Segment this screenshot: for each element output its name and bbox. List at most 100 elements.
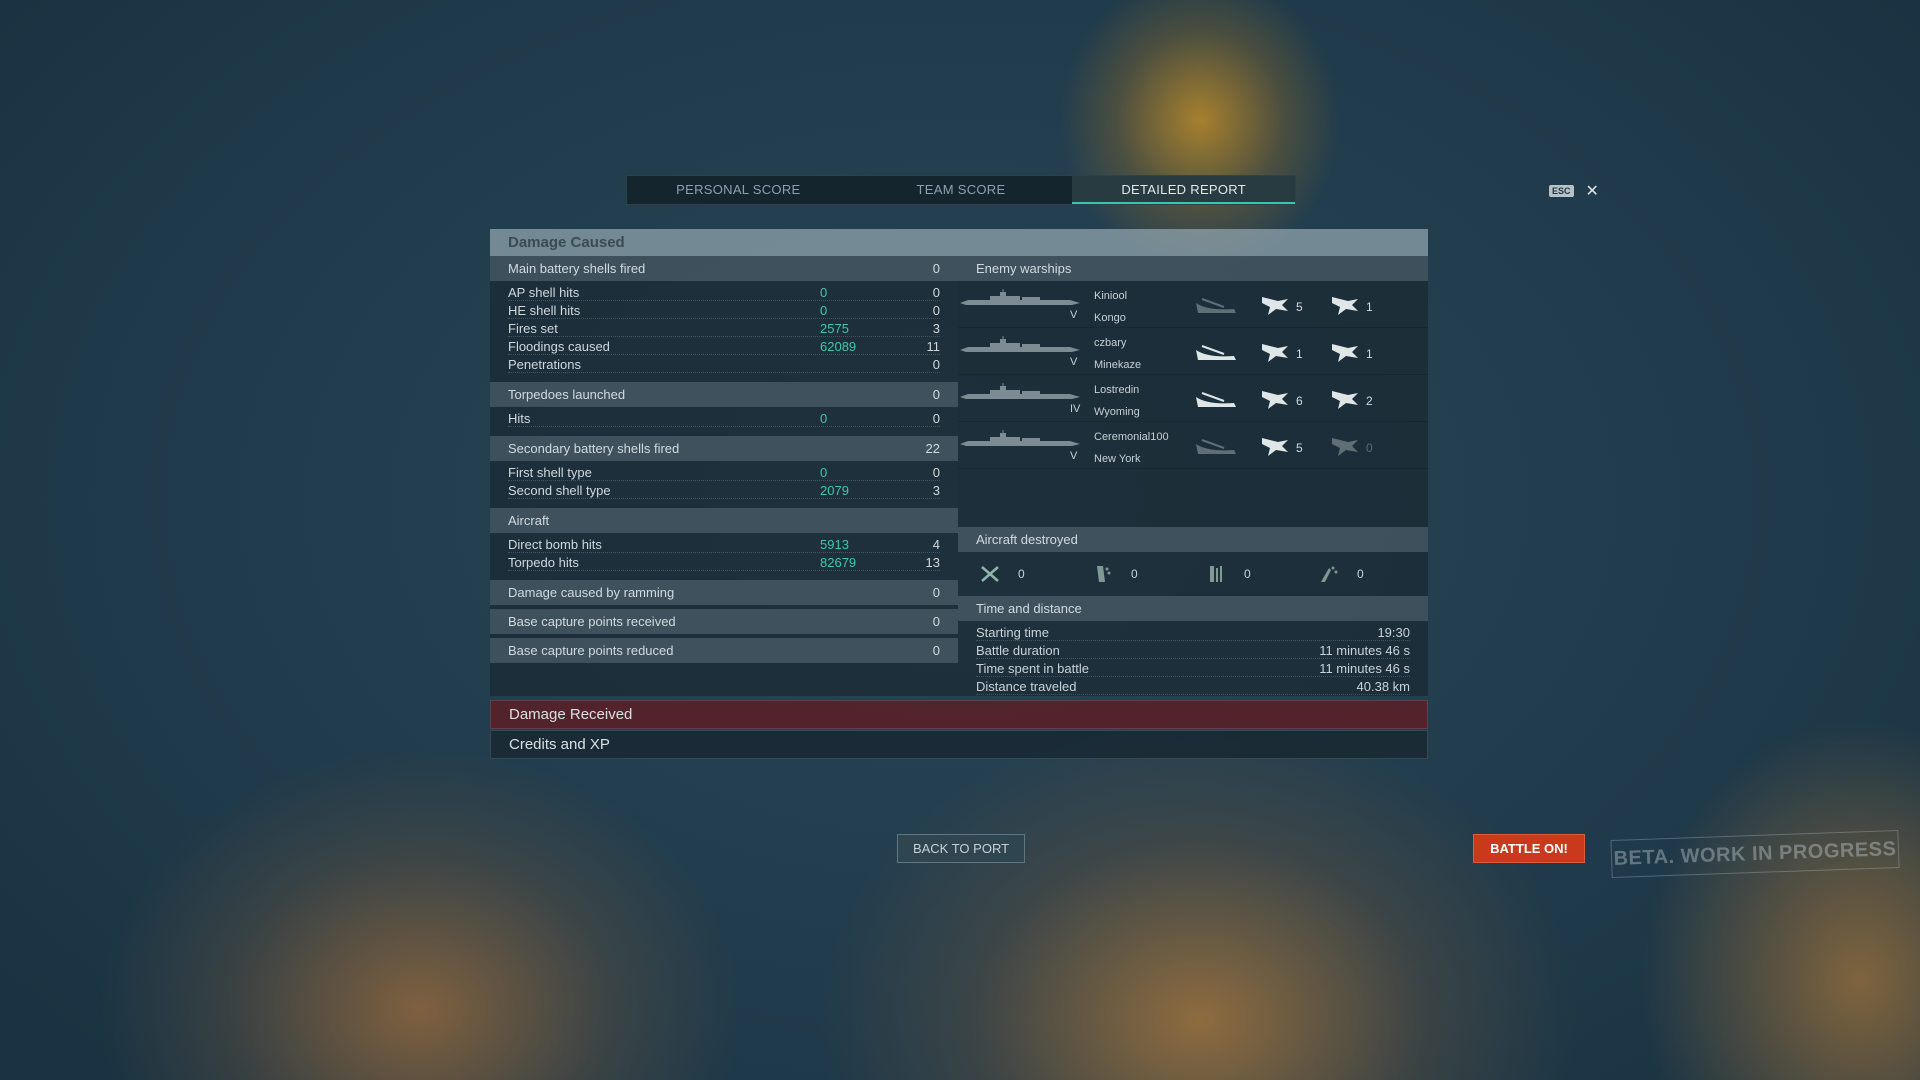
damage-caused-body: Main battery shells fired 0 AP shell hit… bbox=[490, 256, 1428, 696]
stat-row: Torpedo hits 82679 13 bbox=[490, 554, 958, 572]
torpedo-plane-icon bbox=[1330, 340, 1360, 367]
stat-label: Penetrations bbox=[508, 357, 581, 372]
plane-hits-icon bbox=[1260, 387, 1290, 414]
enemy-ship-row: V czbary Minekaze 1 1 bbox=[958, 328, 1428, 375]
battle-on-button[interactable]: BATTLE ON! bbox=[1473, 834, 1585, 863]
enemy-warships-header: Enemy warships bbox=[958, 256, 1428, 281]
stat-damage: 0 bbox=[820, 303, 828, 318]
stat-row: HE shell hits 0 0 bbox=[490, 302, 958, 320]
torpedo-plane-stat: 0 bbox=[1330, 434, 1373, 461]
torpedo-bomber-icon bbox=[1210, 566, 1222, 582]
stat-count: 11 bbox=[926, 339, 941, 354]
stat-damage: 5913 bbox=[820, 537, 849, 552]
torpedo-plane-icon bbox=[1330, 387, 1360, 414]
time-row: Distance traveled 40.38 km bbox=[958, 678, 1428, 696]
torpedo-plane-icon bbox=[1330, 434, 1360, 461]
ship-names: Ceremonial100 New York bbox=[1094, 426, 1169, 470]
enemy-ship-row: IV Lostredin Wyoming 6 2 bbox=[958, 375, 1428, 422]
ship-name: New York bbox=[1094, 453, 1141, 465]
player-name: Ceremonial100 bbox=[1094, 431, 1169, 443]
stat-damage bbox=[820, 356, 900, 374]
stat-count: 0 bbox=[932, 357, 940, 372]
stat-label: Floodings caused bbox=[508, 339, 610, 354]
torpedo-plane-stat: 1 bbox=[1330, 293, 1373, 320]
tab-team-score[interactable]: TEAM SCORE bbox=[850, 176, 1073, 204]
ship-names: Kiniool Kongo bbox=[1094, 285, 1127, 329]
stat-count: 4 bbox=[932, 537, 940, 552]
tab-personal-score[interactable]: PERSONAL SCORE bbox=[627, 176, 850, 204]
ship-tier: IV bbox=[1070, 403, 1081, 415]
close-icon[interactable]: ✕ bbox=[1586, 181, 1599, 201]
time-row: Battle duration 11 minutes 46 s bbox=[958, 642, 1428, 660]
damage-received-section[interactable]: Damage Received bbox=[490, 700, 1428, 729]
cap-reduced-label: Base capture points reduced bbox=[508, 643, 674, 658]
plane-hits-icon bbox=[1260, 340, 1290, 367]
scout-icon bbox=[1321, 566, 1338, 582]
main-battery-value: 0 bbox=[932, 261, 940, 276]
ship-names: Lostredin Wyoming bbox=[1094, 379, 1140, 423]
stat-count: 13 bbox=[925, 555, 940, 570]
plane-hits-stat: 5 bbox=[1260, 434, 1303, 461]
stat-label: Torpedo hits bbox=[508, 555, 579, 570]
ship-tier: V bbox=[1070, 309, 1078, 321]
plane-hits-stat: 5 bbox=[1260, 293, 1303, 320]
stat-label: Second shell type bbox=[508, 483, 611, 498]
time-distance-label: Time and distance bbox=[976, 601, 1082, 616]
tab-detailed-report[interactable]: DETAILED REPORT bbox=[1072, 176, 1296, 204]
aircraft-destroyed-row: 0 0 0 0 bbox=[958, 552, 1428, 596]
aircraft-header: Aircraft bbox=[490, 508, 958, 533]
plane-hits-value: 1 bbox=[1296, 346, 1303, 361]
main-battery-label: Main battery shells fired bbox=[508, 261, 646, 276]
player-name: Lostredin bbox=[1094, 384, 1140, 396]
ramming-value: 0 bbox=[932, 585, 940, 600]
stat-count: 0 bbox=[932, 465, 940, 480]
plane-hits-value: 5 bbox=[1296, 299, 1303, 314]
ship-silhouette-icon bbox=[960, 289, 1080, 305]
enemy-warships-label: Enemy warships bbox=[976, 261, 1072, 276]
ramming-row: Damage caused by ramming 0 bbox=[490, 580, 958, 605]
torpedo-plane-value: 0 bbox=[1366, 440, 1373, 455]
damage-left-column: Main battery shells fired 0 AP shell hit… bbox=[490, 256, 958, 696]
torpedoes-value: 0 bbox=[932, 387, 940, 402]
beta-watermark: BETA. WORK IN PROGRESS bbox=[1610, 829, 1900, 879]
cap-received-row: Base capture points received 0 bbox=[490, 609, 958, 634]
main-battery-header: Main battery shells fired 0 bbox=[490, 256, 958, 281]
stat-label: First shell type bbox=[508, 465, 592, 480]
time-value: 11 minutes 46 s bbox=[1319, 661, 1410, 676]
aircraft-stat: 0 bbox=[1315, 564, 1428, 584]
player-name: czbary bbox=[1094, 337, 1127, 349]
credits-xp-section[interactable]: Credits and XP bbox=[490, 730, 1428, 759]
enemy-ship-list: V Kiniool Kongo 5 1 V czbary Minekaze 1 … bbox=[958, 281, 1428, 527]
torpedo-plane-icon bbox=[1330, 293, 1360, 320]
ship-destroyed-icon bbox=[1194, 387, 1238, 411]
stat-count: 0 bbox=[932, 285, 940, 300]
stat-row: AP shell hits 0 0 bbox=[490, 284, 958, 302]
aircraft-count: 0 bbox=[1244, 567, 1251, 581]
ship-silhouette-icon bbox=[960, 336, 1080, 352]
ship-destroyed-icon bbox=[1194, 340, 1238, 364]
stat-row: Fires set 2575 3 bbox=[490, 320, 958, 338]
torpedo-plane-value: 1 bbox=[1366, 346, 1373, 361]
secondary-header: Secondary battery shells fired 22 bbox=[490, 436, 958, 461]
damage-caused-title[interactable]: Damage Caused bbox=[490, 229, 1428, 256]
player-name: Kiniool bbox=[1094, 290, 1128, 302]
enemy-ship-row: V Kiniool Kongo 5 1 bbox=[958, 281, 1428, 328]
ship-tier: V bbox=[1070, 356, 1078, 368]
stat-label: AP shell hits bbox=[508, 285, 580, 300]
stat-row: Floodings caused 62089 11 bbox=[490, 338, 958, 356]
ship-destroyed-icon bbox=[1194, 434, 1238, 458]
stat-label: Fires set bbox=[508, 321, 558, 336]
stat-row: Penetrations 0 bbox=[490, 356, 958, 374]
stat-row: Hits 0 0 bbox=[490, 410, 958, 428]
ship-silhouette-icon bbox=[960, 430, 1080, 446]
esc-key-badge: ESC bbox=[1549, 185, 1574, 197]
back-to-port-button[interactable]: BACK TO PORT bbox=[897, 834, 1025, 863]
cap-received-label: Base capture points received bbox=[508, 614, 676, 629]
stat-count: 0 bbox=[932, 303, 940, 318]
detailed-report-panel: Damage Caused Main battery shells fired … bbox=[490, 229, 1428, 759]
time-label: Distance traveled bbox=[976, 679, 1077, 694]
stat-count: 0 bbox=[932, 411, 940, 426]
torpedo-plane-stat: 2 bbox=[1330, 387, 1373, 414]
stat-row: Second shell type 2079 3 bbox=[490, 482, 958, 500]
stat-label: Direct bomb hits bbox=[508, 537, 602, 552]
